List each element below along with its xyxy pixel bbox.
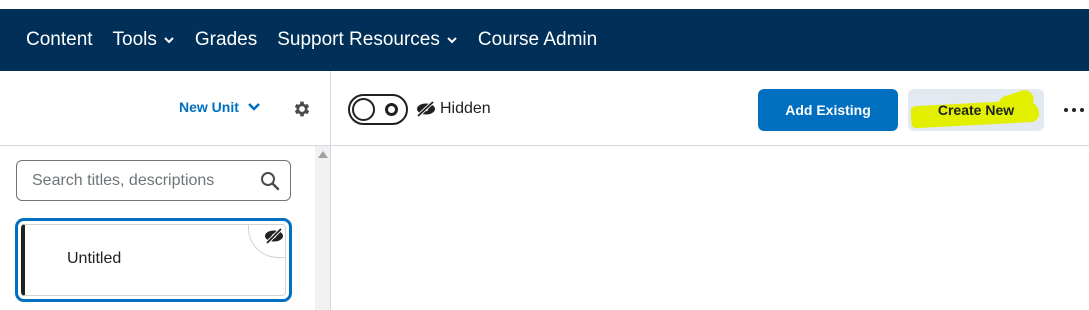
add-existing-label: Add Existing [785, 102, 871, 118]
create-new-label: Create New [937, 102, 1015, 118]
toggle-knob [352, 98, 375, 121]
eye-slash-icon [416, 100, 435, 118]
visibility-label: Hidden [440, 100, 491, 117]
gear-icon[interactable] [292, 99, 312, 119]
unit-card-title: Untitled [67, 250, 122, 267]
new-unit-label: New Unit [179, 99, 239, 115]
nav-item-support-resources[interactable]: Support Resources [267, 18, 468, 62]
chevron-down-icon [248, 103, 260, 111]
more-horizontal-icon[interactable] [1064, 108, 1084, 112]
search-field[interactable] [16, 160, 291, 201]
nav-item-label: Tools [112, 29, 157, 50]
nav-item-content[interactable]: Content [16, 18, 103, 62]
toggle-off-indicator [385, 103, 398, 116]
more-dot [1080, 108, 1084, 112]
nav-item-grades[interactable]: Grades [185, 18, 267, 62]
nav-item-label: Course Admin [477, 29, 598, 50]
unit-card[interactable]: Untitled [15, 218, 292, 302]
new-unit-button[interactable]: New Unit [179, 99, 261, 115]
more-dot [1064, 108, 1068, 112]
top-stripe [0, 0, 1089, 9]
nav-menu: Content Tools Grades Support Resources C… [16, 9, 607, 71]
nav-item-label: Grades [194, 29, 258, 50]
nav-item-label: Support Resources [277, 29, 440, 50]
eye-slash-icon [265, 227, 283, 245]
chevron-down-icon [164, 37, 174, 44]
create-new-button[interactable]: Create New [908, 89, 1044, 131]
card-corner [248, 225, 285, 258]
search-input[interactable] [32, 171, 252, 190]
sidebar-header: New Unit [0, 71, 330, 146]
chevron-down-icon [447, 37, 457, 44]
sidebar-scrollbar[interactable] [315, 146, 330, 310]
search-icon[interactable] [260, 171, 280, 191]
add-existing-button[interactable]: Add Existing [758, 89, 898, 131]
top-navbar: Content Tools Grades Support Resources C… [0, 0, 1089, 71]
visibility-toggle[interactable] [348, 94, 408, 125]
unit-card-body: Untitled [21, 224, 286, 296]
nav-item-tools[interactable]: Tools [103, 18, 185, 62]
main-toolbar: Hidden Add Existing Create New [331, 71, 1089, 146]
nav-item-label: Content [26, 29, 93, 50]
sidebar: New Unit Untitled [0, 71, 331, 310]
scroll-up-arrow-icon[interactable] [318, 151, 328, 158]
nav-item-course-admin[interactable]: Course Admin [468, 18, 607, 62]
more-dot [1072, 108, 1076, 112]
